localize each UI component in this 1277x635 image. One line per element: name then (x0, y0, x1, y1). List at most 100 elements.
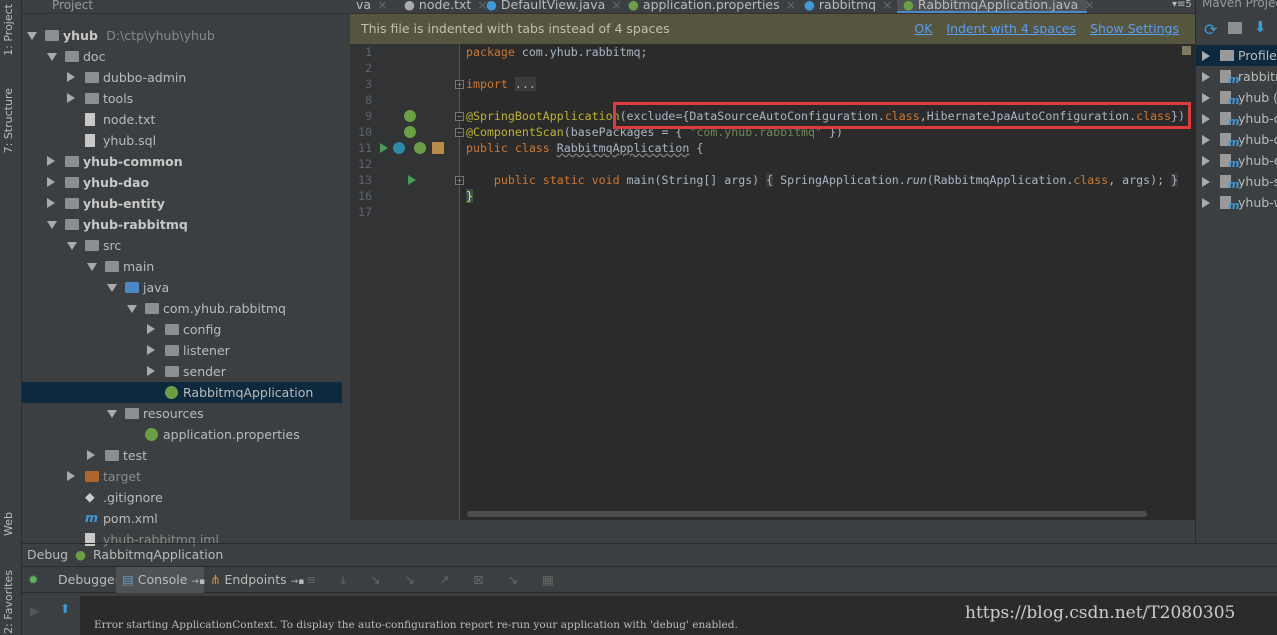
expand-arrow-down-icon[interactable] (27, 32, 37, 40)
editor-tab[interactable]: ● rabbitmq × (798, 0, 894, 13)
fold-toggle-icon[interactable]: + (455, 80, 464, 89)
tree-item[interactable]: java (22, 277, 342, 298)
expand-arrow-right-icon[interactable] (1202, 198, 1210, 208)
tabs-overflow-button[interactable]: ▾≡5 (1172, 0, 1192, 13)
spring-bean-icon[interactable] (404, 126, 416, 138)
debug-bug-icon[interactable]: ✹ (28, 567, 38, 593)
expand-arrow-right-icon[interactable] (67, 93, 75, 103)
project-tool-tab[interactable]: 1: Project (2, 4, 15, 56)
expand-arrow-right-icon[interactable] (67, 471, 75, 481)
close-tab-icon[interactable]: × (377, 0, 387, 12)
tree-item[interactable]: sender (22, 361, 342, 382)
close-tab-icon[interactable]: × (1084, 0, 1094, 12)
expand-arrow-down-icon[interactable] (47, 221, 57, 229)
tree-item[interactable]: ◆ .gitignore (22, 487, 342, 508)
fold-toggle-icon[interactable]: − (455, 128, 464, 137)
tree-item[interactable]: listener (22, 340, 342, 361)
expand-arrow-down-icon[interactable] (107, 284, 117, 292)
tree-item[interactable]: yhub-rabbitmq (22, 214, 342, 235)
expand-arrow-down-icon[interactable] (87, 263, 97, 271)
run-main-icon[interactable] (408, 175, 416, 185)
maven-project-item[interactable]: myhub (root) (1196, 87, 1277, 108)
maven-project-item[interactable]: myhub-common (1196, 108, 1277, 129)
expand-arrow-right-icon[interactable] (147, 345, 155, 355)
close-tab-icon[interactable]: × (882, 0, 892, 12)
editor-tab[interactable]: ● DefaultView.java × (480, 0, 622, 13)
reimport-icon[interactable]: ⟳ (1204, 20, 1217, 39)
tree-item[interactable]: node.txt (22, 109, 342, 130)
inspection-status-icon[interactable] (1182, 46, 1191, 55)
fold-toggle-icon[interactable]: − (455, 112, 464, 121)
expand-arrow-right-icon[interactable] (147, 324, 155, 334)
favorites-tool-tab[interactable]: 2: Favorites (2, 570, 15, 634)
scroll-up-icon[interactable]: ⬆ (60, 601, 70, 616)
spring-bean-icon[interactable] (414, 142, 426, 154)
expand-arrow-right-icon[interactable] (1202, 114, 1210, 124)
expand-arrow-right-icon[interactable] (1202, 156, 1210, 166)
class-icon[interactable] (393, 142, 405, 154)
tree-item[interactable]: com.yhub.rabbitmq (22, 298, 342, 319)
run-class-icon[interactable] (380, 143, 388, 153)
expand-arrow-down-icon[interactable] (127, 305, 137, 313)
close-tab-icon[interactable]: × (786, 0, 796, 12)
tree-item[interactable]: yhub-dao (22, 172, 342, 193)
expand-arrow-right-icon[interactable] (1202, 51, 1210, 61)
close-tab-icon[interactable]: × (611, 0, 621, 12)
editor-tab[interactable]: ● node.txt × (398, 0, 488, 13)
tree-item[interactable]: test (22, 445, 342, 466)
expand-arrow-right-icon[interactable] (1202, 93, 1210, 103)
maven-project-item[interactable]: myhub-entity (1196, 150, 1277, 171)
tree-item[interactable]: doc (22, 46, 342, 67)
tree-item[interactable]: config (22, 319, 342, 340)
maven-project-item[interactable]: mrabbitmq (1196, 66, 1277, 87)
tree-item[interactable]: target (22, 466, 342, 487)
tree-item[interactable]: RabbitmqApplication (22, 382, 342, 403)
editor-tab[interactable]: ● application.properties × (622, 0, 796, 13)
editor-horizontal-scrollbar[interactable] (467, 511, 1147, 517)
resume-icon[interactable]: ▶ (30, 603, 40, 618)
tree-item[interactable]: application.properties (22, 424, 342, 445)
spring-dependency-icon[interactable] (432, 142, 444, 154)
expand-arrow-down-icon[interactable] (67, 242, 77, 250)
expand-arrow-right-icon[interactable] (47, 156, 55, 166)
fold-toggle-icon[interactable]: + (455, 176, 464, 185)
step-toolbar-icons[interactable]: ≡ ⤓ ↘ ↘ ↗ ⊠ ↘ ▦ (306, 567, 564, 593)
download-icon[interactable]: ⬇ (1254, 18, 1267, 36)
editor-tab[interactable]: va × (350, 0, 392, 13)
expand-arrow-right-icon[interactable] (47, 177, 55, 187)
tree-item[interactable]: tools (22, 88, 342, 109)
expand-arrow-right-icon[interactable] (1202, 177, 1210, 187)
tree-item[interactable]: m pom.xml (22, 508, 342, 529)
maven-project-item[interactable]: myhub-dao (1196, 129, 1277, 150)
web-tool-tab[interactable]: Web (2, 512, 15, 536)
tab-endpoints[interactable]: ⋔ Endpoints →▪ (206, 567, 308, 593)
tab-console[interactable]: ▤ Console →▪ (116, 567, 205, 593)
tree-item[interactable]: resources (22, 403, 342, 424)
expand-arrow-right-icon[interactable] (1202, 72, 1210, 82)
expand-arrow-down-icon[interactable] (47, 53, 57, 61)
expand-arrow-right-icon[interactable] (47, 198, 55, 208)
expand-arrow-right-icon[interactable] (87, 450, 95, 460)
tree-item[interactable]: dubbo-admin (22, 67, 342, 88)
expand-arrow-right-icon[interactable] (67, 72, 75, 82)
show-settings-link[interactable]: Show Settings (1090, 21, 1179, 36)
expand-arrow-right-icon[interactable] (1202, 135, 1210, 145)
structure-tool-tab[interactable]: 7: Structure (2, 88, 15, 153)
tree-item[interactable]: src (22, 235, 342, 256)
maven-project-item[interactable]: myhub-web (1196, 192, 1277, 213)
tree-item[interactable]: main (22, 256, 342, 277)
spring-bean-icon[interactable] (404, 110, 416, 122)
tree-item[interactable]: yhub D:\ctp\yhub\yhub (22, 25, 342, 46)
maven-project-item[interactable]: myhub-sender (1196, 171, 1277, 192)
tree-item[interactable]: yhub-common (22, 151, 342, 172)
indent-with-spaces-link[interactable]: Indent with 4 spaces (946, 21, 1076, 36)
editor-tab[interactable]: ● RabbitmqApplication.java × (897, 0, 1095, 13)
tree-item[interactable]: yhub.sql (22, 130, 342, 151)
expand-arrow-right-icon[interactable] (147, 366, 155, 376)
tab-debugger[interactable]: Debugger (52, 567, 126, 593)
maven-project-item[interactable]: Profiles (1196, 45, 1277, 66)
generate-sources-icon[interactable] (1228, 22, 1242, 34)
tree-item[interactable]: yhub-entity (22, 193, 342, 214)
expand-arrow-down-icon[interactable] (107, 410, 117, 418)
ok-link[interactable]: OK (914, 21, 932, 36)
